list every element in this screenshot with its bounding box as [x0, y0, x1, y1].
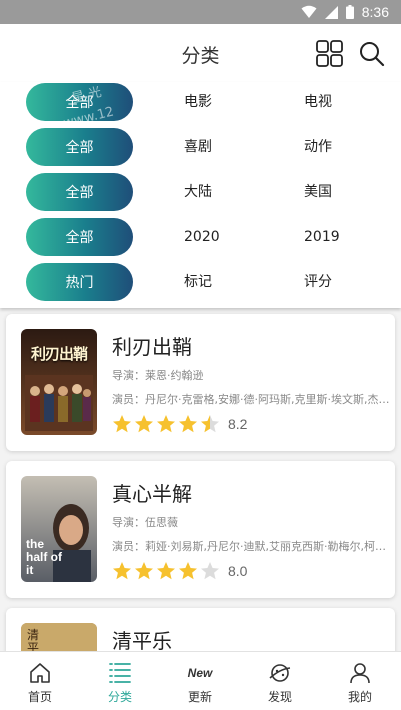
filter-pill-all[interactable]: 全部 [26, 83, 133, 121]
filter-row-sort: 热门 标记 评分 [0, 263, 401, 301]
movie-rating: 8.0 [112, 561, 247, 581]
filter-row-region: 全部 大陆 美国 [0, 173, 401, 211]
star-full-icon [113, 415, 131, 433]
movie-title: 清平乐 [112, 629, 172, 653]
planet-icon [269, 664, 291, 682]
search-icon[interactable] [358, 40, 385, 67]
tab-home[interactable]: 首页 [0, 652, 80, 710]
filter-row-type: 全部 电影 电视 [0, 83, 401, 121]
movie-card[interactable]: 利刃出鞘 利刃出鞘 导演：莱恩·约翰逊 演员：丹尼尔·克雷格,安娜·德·阿玛斯,… [6, 314, 395, 451]
tab-profile[interactable]: 我的 [320, 652, 400, 710]
status-bar: 8:36 [0, 0, 401, 24]
filter-pill-all[interactable]: 全部 [26, 173, 133, 211]
filter-option[interactable]: 电影 [184, 93, 212, 111]
top-app-bar: 分类 [0, 24, 401, 82]
rating-score: 8.2 [228, 416, 248, 432]
tab-label: 我的 [347, 690, 372, 704]
tab-category[interactable]: 分类 [80, 652, 160, 710]
home-icon [30, 663, 50, 683]
list-icon [109, 663, 131, 683]
tab-label: 首页 [27, 690, 52, 704]
filter-pill-hot[interactable]: 热门 [26, 263, 133, 301]
movie-cast: 演员：莉娅·刘易斯,丹尼尔·迪默,艾丽克西斯·勒梅尔,柯林斯·佩尼 [112, 540, 390, 553]
movie-poster: 利刃出鞘 [21, 329, 97, 435]
new-icon: New [187, 661, 213, 685]
tab-label: 发现 [267, 690, 292, 704]
filter-pill-all[interactable]: 全部 [26, 218, 133, 256]
filter-option[interactable]: 标记 [184, 273, 212, 291]
tab-label: 更新 [187, 690, 212, 704]
star-empty-icon [201, 562, 219, 580]
wifi-icon [301, 5, 317, 18]
movie-director: 导演：伍思薇 [112, 516, 178, 529]
star-full-icon [157, 562, 175, 580]
filter-option[interactable]: 2019 [304, 228, 340, 246]
poster-title: the half of it [26, 537, 62, 577]
movie-rating: 8.2 [112, 414, 247, 434]
rating-score: 8.0 [228, 563, 248, 579]
signal-icon [324, 5, 338, 19]
filter-option[interactable]: 喜剧 [184, 138, 212, 156]
star-full-icon [179, 562, 197, 580]
filter-option[interactable]: 电视 [304, 93, 332, 111]
movie-title: 利刃出鞘 [112, 335, 192, 359]
movie-director: 导演：莱恩·约翰逊 [112, 369, 204, 382]
tab-label: 分类 [107, 690, 132, 704]
filter-option[interactable]: 评分 [304, 273, 332, 291]
movie-cast: 演员：丹尼尔·克雷格,安娜·德·阿玛斯,克里斯·埃文斯,杰米·李·柯蒂斯 [112, 393, 390, 406]
new-icon-text: New [187, 666, 213, 680]
star-full-icon [113, 562, 131, 580]
star-full-icon [135, 415, 153, 433]
tab-updates[interactable]: New 更新 [160, 652, 240, 710]
battery-icon [345, 5, 354, 19]
status-time: 8:36 [361, 4, 389, 20]
bottom-tab-bar: 首页 分类 New 更新 发现 我的 [0, 651, 401, 710]
star-full-icon [135, 562, 153, 580]
movie-card[interactable]: the half of it 真心半解 导演：伍思薇 演员：莉娅·刘易斯,丹尼尔… [6, 461, 395, 598]
filter-option[interactable]: 美国 [304, 183, 332, 201]
movie-poster: the half of it [21, 476, 97, 582]
star-full-icon [157, 415, 175, 433]
filter-option[interactable]: 动作 [304, 138, 332, 156]
poster-title: 利刃出鞘 [30, 345, 88, 363]
star-rating [112, 414, 220, 434]
filter-row-year: 全部 2020 2019 [0, 218, 401, 256]
tab-discover[interactable]: 发现 [240, 652, 320, 710]
star-half-icon [201, 415, 219, 433]
star-rating [112, 561, 220, 581]
filter-option[interactable]: 2020 [184, 228, 220, 246]
filter-panel: 全部 电影 电视 全部 喜剧 动作 全部 大陆 美国 全部 2020 2019 … [0, 82, 401, 308]
grid-view-icon[interactable] [316, 40, 343, 67]
filter-pill-all[interactable]: 全部 [26, 128, 133, 166]
filter-row-genre: 全部 喜剧 动作 [0, 128, 401, 166]
star-full-icon [179, 415, 197, 433]
user-icon [350, 663, 370, 684]
filter-option[interactable]: 大陆 [184, 183, 212, 201]
movie-title: 真心半解 [112, 482, 192, 506]
